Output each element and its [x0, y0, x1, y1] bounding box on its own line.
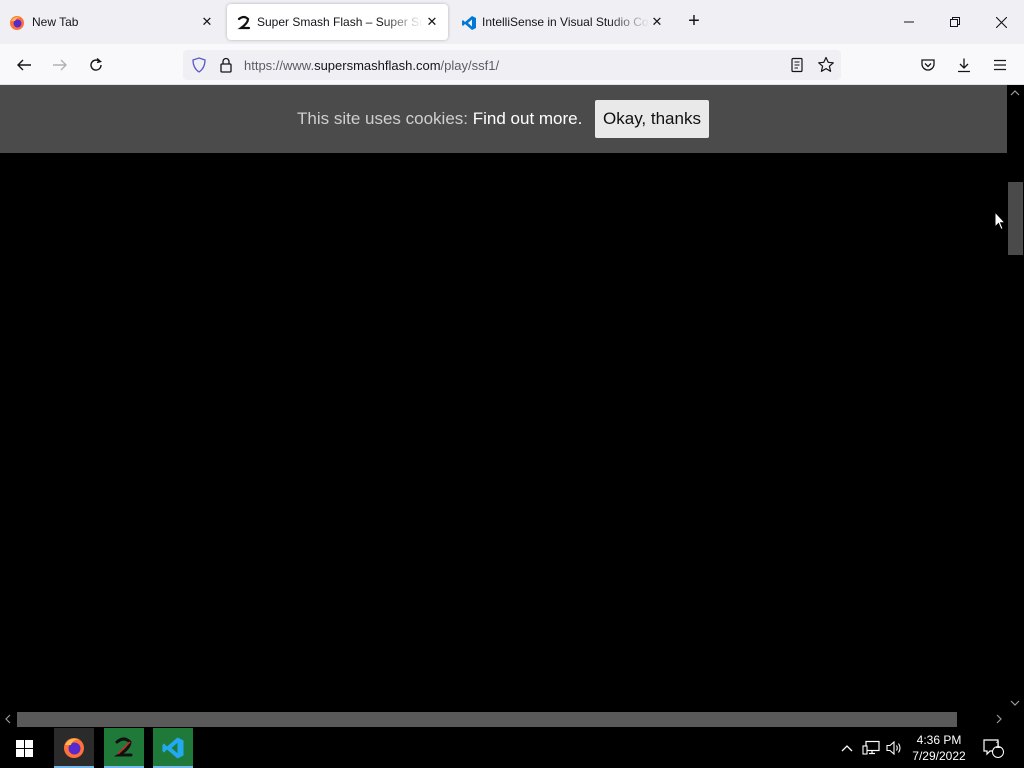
app-menu-button[interactable]	[987, 52, 1013, 78]
url-path: /play/ssf1/	[440, 58, 500, 73]
downloads-button[interactable]	[951, 52, 977, 78]
close-icon	[995, 16, 1007, 28]
download-icon	[958, 58, 970, 73]
tab-new-tab[interactable]: New Tab ✕	[0, 4, 222, 40]
network-button[interactable]	[860, 728, 882, 768]
bookmark-star-icon[interactable]	[817, 56, 835, 74]
show-hidden-icons-button[interactable]	[838, 728, 856, 768]
taskbar-super-smash-flash[interactable]	[104, 728, 144, 768]
navigation-toolbar: https://www.supersmashflash.com/play/ssf…	[0, 44, 1024, 85]
new-tab-button[interactable]: +	[684, 11, 704, 32]
cookie-message: This site uses cookies: Find out more.	[297, 109, 582, 129]
action-center-button[interactable]: 1	[980, 728, 1006, 768]
start-button[interactable]	[4, 728, 44, 768]
forward-button[interactable]	[47, 52, 73, 78]
url-host: supersmashflash.com	[314, 58, 441, 73]
reader-view-icon[interactable]	[789, 57, 805, 73]
firefox-icon	[64, 738, 84, 758]
reload-button[interactable]	[83, 52, 109, 78]
taskbar-firefox[interactable]	[54, 728, 94, 768]
cookie-text: This site uses cookies:	[297, 109, 469, 128]
vertical-scrollbar[interactable]	[1007, 85, 1024, 710]
chevron-up-icon	[841, 745, 853, 752]
vertical-scrollbar-thumb[interactable]	[1008, 182, 1023, 255]
tab-title: New Tab	[32, 15, 79, 29]
minimize-button[interactable]	[886, 0, 932, 44]
scroll-up-arrow-icon[interactable]	[1009, 87, 1021, 99]
close-window-button[interactable]	[978, 0, 1024, 44]
mouse-cursor-icon	[994, 211, 1006, 231]
url-text[interactable]: https://www.supersmashflash.com/play/ssf…	[244, 58, 499, 73]
taskbar: 4:36 PM 7/29/2022 1	[0, 728, 1024, 768]
notification-count: 1	[995, 740, 1001, 751]
vscode-icon	[162, 737, 184, 759]
scroll-down-arrow-icon[interactable]	[1009, 697, 1021, 709]
close-tab-icon[interactable]: ✕	[649, 14, 665, 30]
horizontal-scrollbar-thumb[interactable]	[17, 712, 957, 727]
close-tab-icon[interactable]: ✕	[424, 14, 440, 30]
find-out-more-link[interactable]: Find out more.	[473, 109, 583, 128]
url-prefix: https://www.	[244, 58, 315, 73]
tab-title: Super Smash Flash – Super Sma	[257, 15, 423, 29]
lock-icon[interactable]	[219, 57, 233, 73]
super-smash-flash-icon	[113, 737, 133, 757]
forward-arrow-icon	[53, 59, 67, 71]
game-area[interactable]	[0, 153, 1007, 710]
back-arrow-icon	[17, 59, 31, 71]
firefox-icon	[10, 16, 24, 30]
scrollbar-corner	[1007, 710, 1024, 727]
restore-icon	[950, 17, 960, 27]
minimize-icon	[904, 21, 914, 23]
tab-title: IntelliSense in Visual Studio Cod	[482, 15, 650, 29]
super-smash-flash-icon	[237, 15, 251, 30]
scroll-right-arrow-icon[interactable]	[993, 713, 1005, 725]
taskbar-vscode[interactable]	[153, 728, 193, 768]
windows-logo-icon	[15, 739, 33, 757]
pocket-icon	[921, 59, 935, 71]
address-bar[interactable]: https://www.supersmashflash.com/play/ssf…	[183, 50, 841, 80]
tab-intellisense[interactable]: IntelliSense in Visual Studio Cod ✕	[452, 4, 674, 40]
clock-date: 7/29/2022	[912, 749, 966, 763]
pocket-button[interactable]	[915, 52, 941, 78]
hamburger-menu-icon	[994, 59, 1006, 71]
taskbar-clock[interactable]: 4:36 PM 7/29/2022	[900, 732, 978, 764]
cookie-banner: This site uses cookies: Find out more. O…	[0, 85, 1007, 153]
scroll-left-arrow-icon[interactable]	[2, 713, 14, 725]
tab-super-smash-flash[interactable]: Super Smash Flash – Super Sma ✕	[227, 4, 448, 40]
back-button[interactable]	[11, 52, 37, 78]
network-icon	[862, 740, 880, 755]
reload-icon	[90, 57, 102, 71]
tab-bar: New Tab ✕ Super Smash Flash – Super Sma …	[0, 0, 1024, 44]
close-tab-icon[interactable]: ✕	[199, 14, 215, 30]
tracking-protection-shield-icon[interactable]	[191, 57, 207, 73]
vscode-icon	[462, 16, 476, 30]
okay-thanks-button[interactable]: Okay, thanks	[595, 100, 709, 138]
clock-time: 4:36 PM	[916, 733, 962, 747]
restore-button[interactable]	[932, 0, 978, 44]
